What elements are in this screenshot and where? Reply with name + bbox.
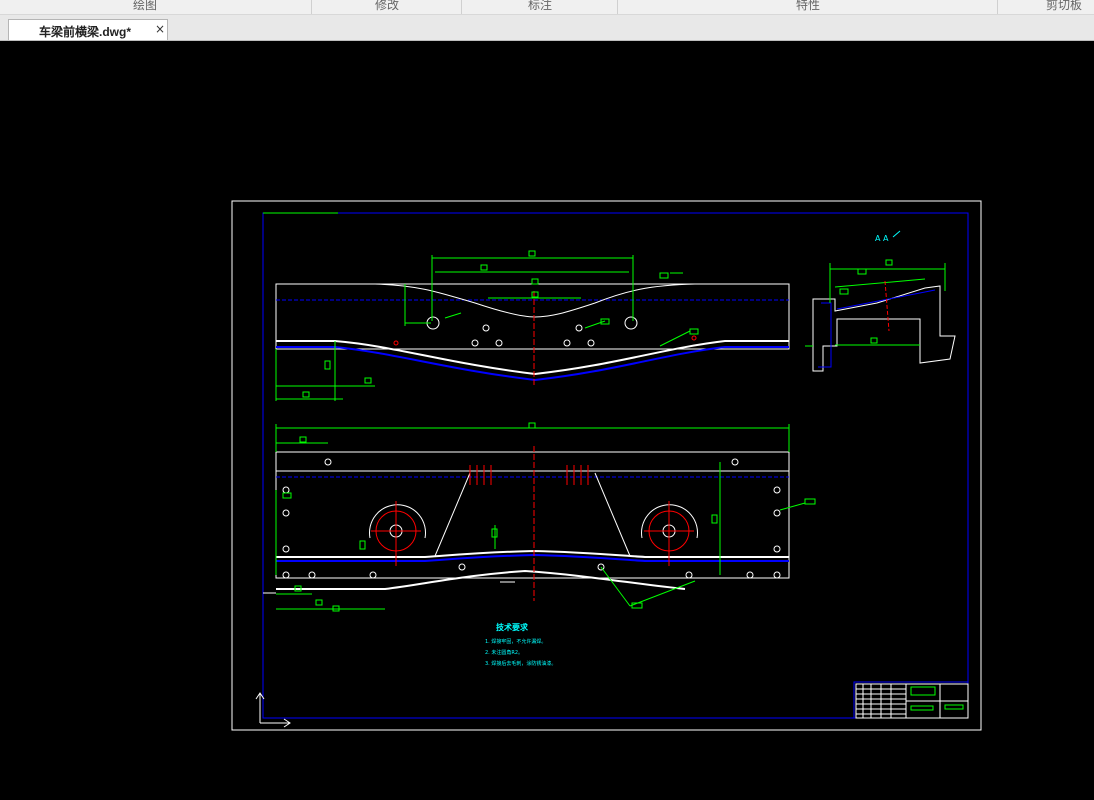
ribbon-separator <box>461 0 462 14</box>
ribbon-group-modify[interactable]: 修改 <box>352 0 422 13</box>
title-block <box>853 681 969 719</box>
ribbon-group-properties[interactable]: 特性 <box>773 0 843 13</box>
notes-item: 1. 焊接牢固，不允许漏焊。 <box>485 638 546 645</box>
ribbon-separator <box>617 0 618 14</box>
cad-drawing: A A 技术要求 1. 焊接牢固，不允许漏焊。 2. 未注圆角R2。 3. 焊接… <box>231 200 982 731</box>
document-tab[interactable]: 车梁前横梁.dwg* × <box>8 19 168 40</box>
document-tab-title: 车梁前横梁.dwg* <box>39 25 131 39</box>
notes-item: 2. 未注圆角R2。 <box>485 649 523 656</box>
ribbon-separator <box>997 0 998 14</box>
notes-item: 3. 焊接后去毛刺，涂防锈油漆。 <box>485 660 556 667</box>
ribbon-toolbar: 绘图 修改 标注 特性 剪切板 <box>0 0 1094 15</box>
ribbon-group-clipboard[interactable]: 剪切板 <box>1036 0 1092 13</box>
section-view: A A <box>805 230 956 372</box>
document-tab-bar: 车梁前横梁.dwg* × <box>0 15 1094 41</box>
svg-text:A A: A A <box>875 234 889 243</box>
technical-notes: 技术要求 1. 焊接牢固，不允许漏焊。 2. 未注圆角R2。 3. 焊接后去毛刺… <box>485 622 556 667</box>
paper-border <box>231 200 982 731</box>
close-icon[interactable]: × <box>155 22 165 36</box>
plan-view <box>263 422 816 612</box>
notes-heading: 技术要求 <box>496 622 529 632</box>
ribbon-group-annotate[interactable]: 标注 <box>505 0 575 13</box>
ribbon-separator <box>311 0 312 14</box>
front-view <box>275 250 790 401</box>
drawing-canvas[interactable]: A A 技术要求 1. 焊接牢固，不允许漏焊。 2. 未注圆角R2。 3. 焊接… <box>5 41 1094 800</box>
ucs-icon <box>255 692 291 728</box>
drawing-frame <box>262 212 969 719</box>
ribbon-group-draw[interactable]: 绘图 <box>110 0 180 13</box>
